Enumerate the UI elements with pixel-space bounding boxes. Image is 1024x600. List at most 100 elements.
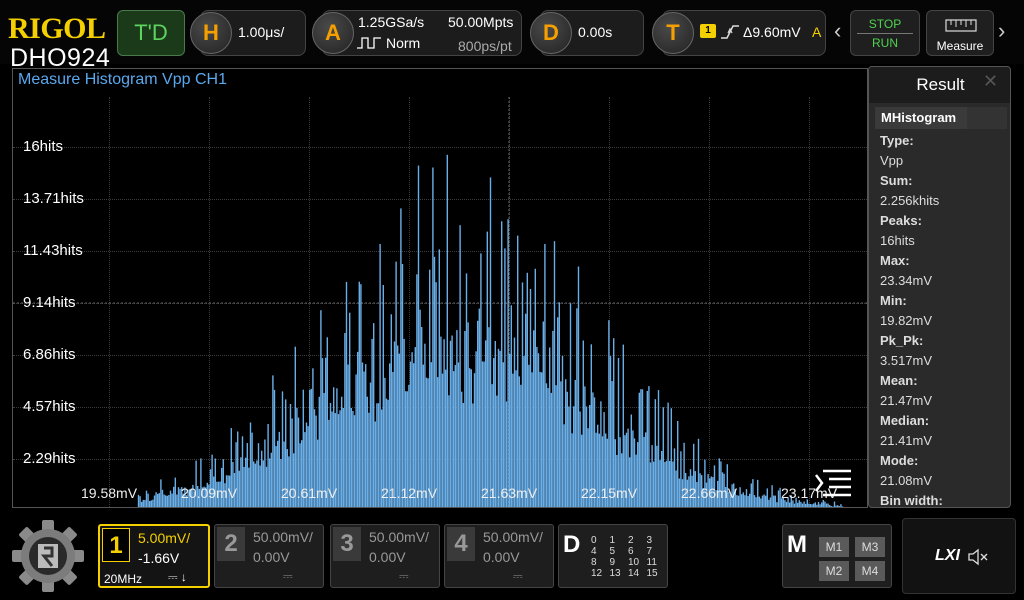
histogram-bar — [352, 411, 354, 507]
menu-icon[interactable] — [813, 467, 853, 497]
histogram-bar — [259, 465, 261, 507]
math-button-m3[interactable]: M3 — [855, 537, 885, 557]
sample-interval: 800ps/pt — [458, 38, 512, 54]
histogram-bar — [837, 505, 839, 507]
histogram-bar — [366, 396, 368, 507]
math-button-m2[interactable]: M2 — [819, 561, 849, 581]
histogram-bar — [142, 499, 144, 507]
histogram-bar — [277, 440, 279, 507]
histogram-bar — [267, 424, 269, 507]
result-label: Mode: — [880, 453, 919, 468]
histogram-bar — [176, 494, 178, 507]
acquire-key[interactable]: A — [312, 12, 354, 54]
channel-4-panel[interactable]: 4 50.00mV/0.00V ⎓ — [444, 524, 554, 588]
math-button-m1[interactable]: M1 — [819, 537, 849, 557]
histogram-bar — [465, 273, 468, 507]
histogram-bar — [237, 431, 239, 507]
coupling-icon: ⎓ — [513, 569, 523, 583]
gear-icon[interactable] — [8, 518, 88, 594]
histogram-bar — [377, 403, 380, 507]
histogram-bar — [739, 487, 741, 507]
histogram-bar — [653, 461, 655, 507]
coupling-icon: ⎓ — [399, 569, 409, 583]
histogram-bar — [457, 362, 460, 507]
histogram-bar — [254, 463, 256, 507]
tab-blank[interactable] — [967, 107, 1007, 129]
nav-right-icon[interactable]: › — [998, 18, 1005, 44]
histogram-bar — [501, 221, 503, 507]
histogram-bar — [811, 504, 813, 507]
histogram-bar — [777, 490, 780, 507]
histogram-bar — [357, 351, 359, 507]
acq-waveform-icon — [357, 37, 381, 49]
histogram-bar — [664, 461, 666, 507]
histogram-bar — [827, 503, 829, 507]
channel-1-panel[interactable]: 1 5.00mV/ -1.66V 20MHz ⎓ ↓ — [98, 524, 210, 588]
horizontal-key[interactable]: H — [190, 12, 232, 54]
lxi-logo: LXI — [935, 547, 960, 564]
histogram-bar — [774, 495, 776, 507]
stop-run-divider — [857, 33, 913, 34]
histogram-bar — [817, 502, 820, 507]
histogram-bar — [419, 309, 421, 507]
speaker-mute-icon[interactable] — [967, 548, 989, 566]
histogram-bar — [358, 281, 360, 507]
histogram-bar — [485, 340, 487, 507]
nav-left-icon[interactable]: ‹ — [834, 18, 841, 44]
histogram-bar — [800, 501, 802, 507]
histogram-bar — [382, 285, 384, 507]
channel-number: 1 — [102, 528, 130, 562]
math-label: M — [787, 531, 807, 558]
histogram-bar — [568, 406, 570, 507]
histogram-bar — [363, 371, 365, 507]
channel-3-panel[interactable]: 3 50.00mV/0.00V ⎓ — [330, 524, 440, 588]
histogram-bar — [825, 503, 828, 507]
histogram-bar — [149, 501, 151, 507]
channel-offset: 0.00V — [369, 549, 406, 565]
measure-button[interactable]: Measure — [926, 10, 994, 56]
math-panel[interactable]: M M1 M3 M2 M4 — [782, 524, 892, 588]
stop-run-button[interactable]: STOP RUN — [850, 10, 920, 56]
result-value: 21.08mV — [880, 473, 933, 488]
td-button[interactable]: T'D — [117, 10, 185, 56]
histogram-bar — [137, 494, 140, 507]
digital-channel-label: 12 — [591, 568, 603, 579]
histogram-bar — [792, 500, 794, 507]
histogram-bar — [169, 490, 172, 507]
histogram-bar — [678, 478, 680, 507]
histogram-bar — [529, 289, 532, 507]
histogram-bar — [155, 492, 157, 507]
lxi-panel[interactable]: LXI — [902, 518, 1016, 594]
histogram-bar — [510, 305, 512, 507]
digital-channels-panel[interactable]: D 0 1 2 3 4 5 6 7 8 9 10 11 12 13 14 15 — [558, 524, 668, 588]
histogram-bar — [539, 371, 541, 507]
histogram-bar — [576, 308, 578, 507]
digital-channel-label: 5 — [609, 546, 616, 557]
histogram-bar — [561, 355, 564, 507]
histogram-bar — [637, 442, 639, 507]
histogram-bar — [461, 391, 463, 507]
result-label: Min: — [880, 293, 907, 308]
histogram-bar — [421, 327, 423, 507]
brand-logo: RIGOL — [8, 12, 106, 45]
channel-scale: 50.00mV/ — [483, 529, 543, 545]
histogram-bar — [645, 432, 647, 507]
close-icon[interactable]: ✕ — [983, 71, 998, 92]
histogram-bar — [173, 486, 175, 507]
x-axis-label: 21.63mV — [481, 485, 538, 501]
channel-2-panel[interactable]: 2 50.00mV/0.00V ⎓ — [214, 524, 324, 588]
math-button-m4[interactable]: M4 — [855, 561, 885, 581]
histogram-bar — [445, 369, 447, 507]
histogram-bar — [462, 403, 464, 507]
histogram-bar — [801, 503, 804, 507]
waveform-area[interactable]: Measure Histogram Vpp CH1 16hits 13.71hit… — [12, 68, 868, 508]
trigger-key[interactable]: T — [652, 12, 694, 54]
histogram-bar — [574, 380, 576, 507]
histogram-bar — [264, 439, 266, 507]
histogram-bar — [440, 336, 442, 507]
trigger-mode: A — [812, 24, 822, 40]
histogram-bar — [150, 500, 152, 507]
delay-key[interactable]: D — [530, 12, 572, 54]
tab-mhistogram[interactable]: MHistogram — [875, 107, 967, 129]
histogram-bar — [536, 346, 538, 507]
